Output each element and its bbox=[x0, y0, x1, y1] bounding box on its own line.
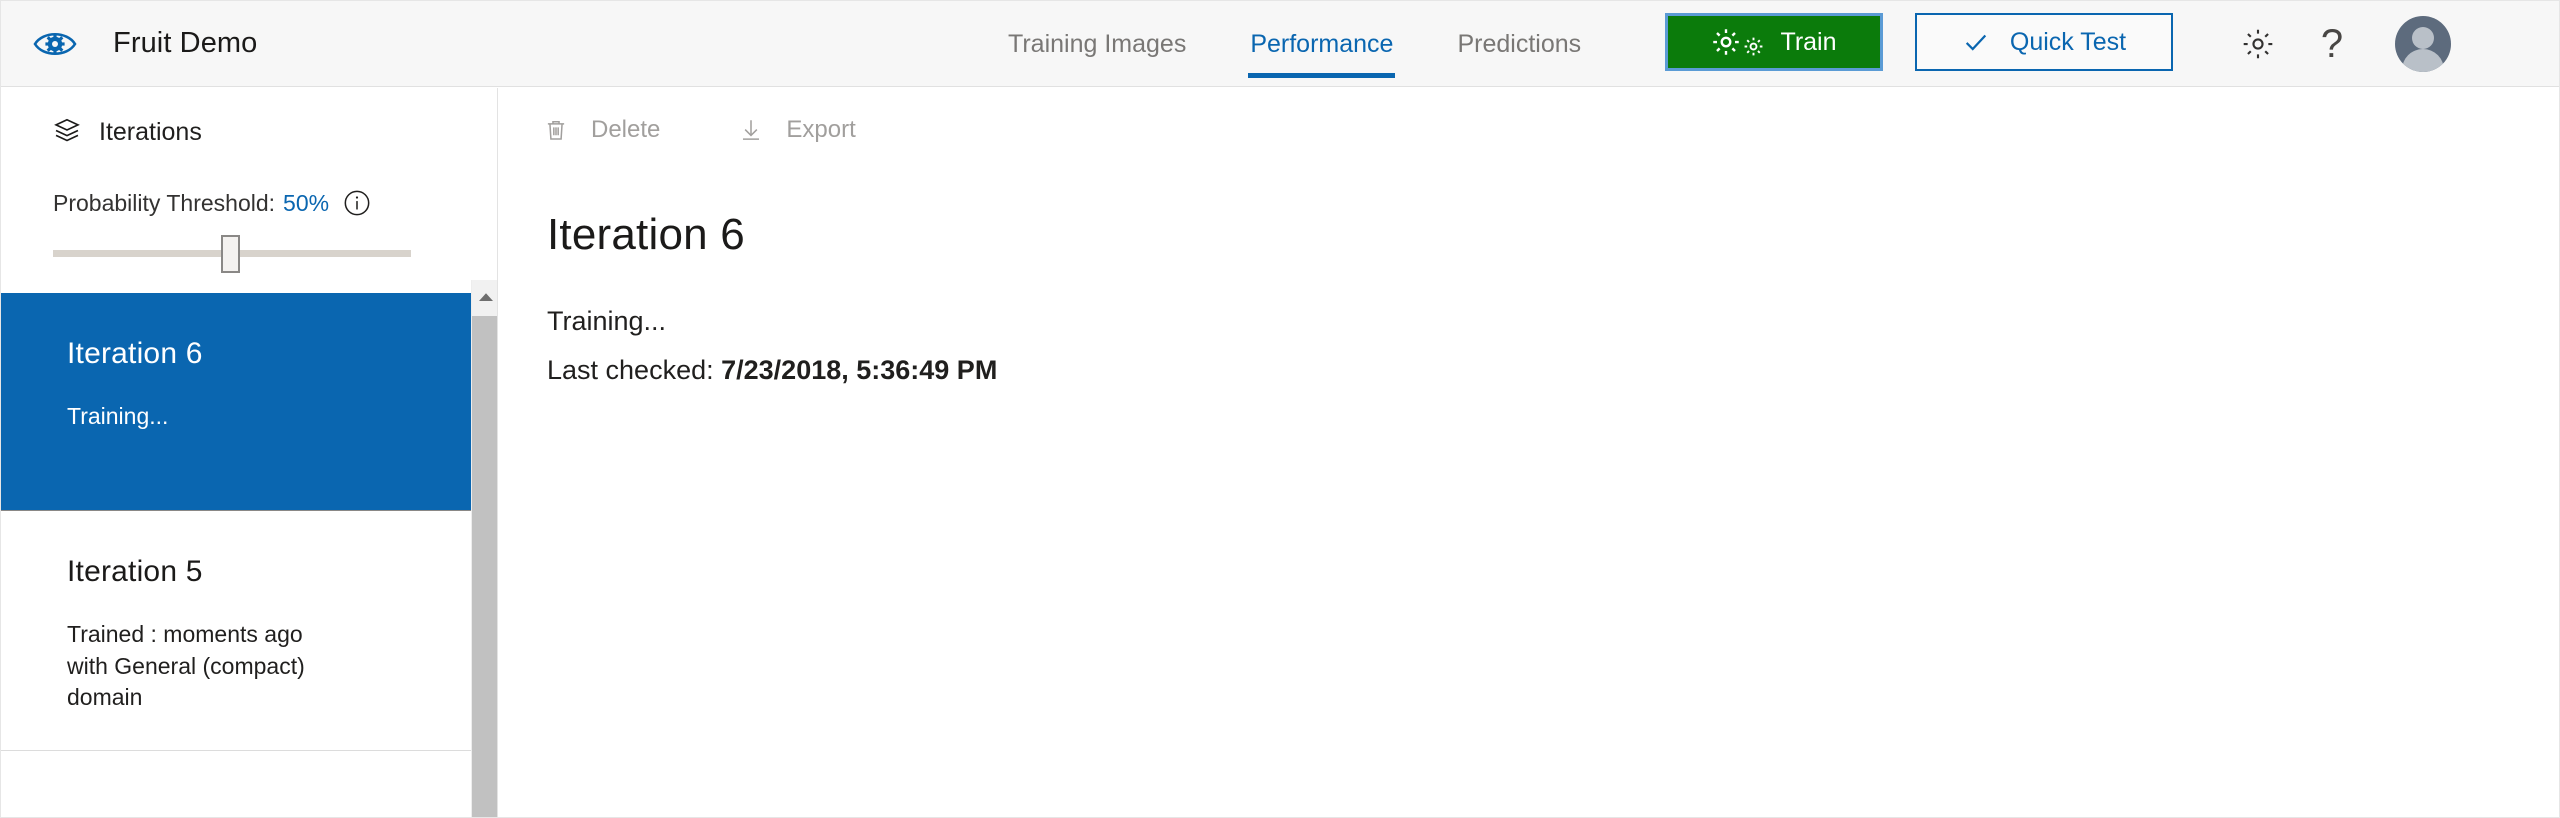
threshold-value: 50% bbox=[283, 189, 330, 216]
main-navigation-tabs: Training Images Performance Predictions bbox=[976, 1, 1613, 87]
iteration-status: Training... bbox=[67, 403, 169, 429]
last-checked-row: Last checked: 7/23/2018, 5:36:49 PM bbox=[547, 355, 2559, 386]
training-status-text: Training... bbox=[547, 306, 667, 336]
avatar-body bbox=[2402, 49, 2444, 72]
tab-training-images[interactable]: Training Images bbox=[976, 1, 1218, 87]
scrollbar-thumb[interactable] bbox=[472, 316, 497, 817]
header-action-buttons: Train Quick Test bbox=[1665, 13, 2173, 71]
custom-vision-app-window: Fruit Demo Training Images Performance P… bbox=[0, 0, 2560, 818]
quick-test-button-label: Quick Test bbox=[2009, 27, 2127, 56]
settings-gear-icon[interactable] bbox=[2221, 7, 2295, 81]
last-checked-label: Last checked: bbox=[547, 355, 714, 385]
app-header: Fruit Demo Training Images Performance P… bbox=[1, 1, 2559, 87]
scrollbar-up-arrow-icon[interactable] bbox=[472, 280, 497, 314]
last-checked-timestamp: 7/23/2018, 5:36:49 PM bbox=[721, 355, 998, 385]
delete-button[interactable]: Delete bbox=[543, 116, 660, 144]
iterations-sidebar: Iterations Probability Threshold: 50% It… bbox=[1, 88, 498, 817]
download-arrow-icon bbox=[738, 117, 764, 143]
iterations-list: Iteration 6 Training... Iteration 5 Trai… bbox=[1, 293, 471, 751]
slider-thumb[interactable] bbox=[221, 235, 240, 273]
threshold-label-row: Probability Threshold: 50% bbox=[53, 189, 497, 217]
page-title: Iteration 6 bbox=[547, 210, 745, 259]
sidebar-heading: Iterations bbox=[1, 88, 497, 149]
threshold-label: Probability Threshold: bbox=[53, 189, 276, 216]
probability-threshold-control: Probability Threshold: 50% bbox=[1, 149, 497, 273]
tab-predictions[interactable]: Predictions bbox=[1425, 1, 1613, 87]
delete-button-label: Delete bbox=[591, 116, 661, 143]
user-avatar[interactable] bbox=[2395, 16, 2451, 72]
train-button-label: Train bbox=[1780, 27, 1837, 56]
project-title: Fruit Demo bbox=[113, 27, 258, 59]
probability-threshold-slider[interactable] bbox=[53, 235, 411, 273]
iteration-item-5[interactable]: Iteration 5 Trained : moments ago with G… bbox=[1, 511, 471, 751]
gears-icon bbox=[1711, 27, 1764, 57]
custom-vision-eye-icon bbox=[29, 18, 81, 70]
iteration-detail-panel: Iteration 6 Training... Last checked: 7/… bbox=[499, 172, 2559, 386]
iterations-scrollbar[interactable] bbox=[471, 280, 497, 817]
iteration-status: Trained : moments ago with General (comp… bbox=[67, 621, 305, 711]
main-content: Delete Export Iteration 6 Training... La… bbox=[499, 88, 2559, 817]
brand[interactable]: Fruit Demo bbox=[29, 18, 257, 70]
export-button-label: Export bbox=[786, 116, 856, 143]
export-button[interactable]: Export bbox=[738, 116, 856, 144]
train-button[interactable]: Train bbox=[1665, 13, 1883, 71]
header-utility-icons: ? bbox=[2221, 1, 2451, 87]
info-circle-icon[interactable] bbox=[343, 189, 371, 217]
layers-icon bbox=[53, 116, 81, 149]
sidebar-heading-label: Iterations bbox=[99, 118, 202, 146]
trash-icon bbox=[543, 117, 569, 143]
checkmark-icon bbox=[1962, 28, 1990, 56]
content-toolbar: Delete Export bbox=[499, 88, 2559, 172]
tab-performance[interactable]: Performance bbox=[1218, 1, 1425, 87]
avatar-head bbox=[2412, 27, 2434, 49]
iteration-title: Iteration 5 bbox=[67, 555, 203, 588]
help-question-icon[interactable]: ? bbox=[2295, 7, 2369, 81]
iteration-item-6[interactable]: Iteration 6 Training... bbox=[1, 293, 471, 511]
iteration-title: Iteration 6 bbox=[67, 337, 203, 370]
quick-test-button[interactable]: Quick Test bbox=[1915, 13, 2173, 71]
